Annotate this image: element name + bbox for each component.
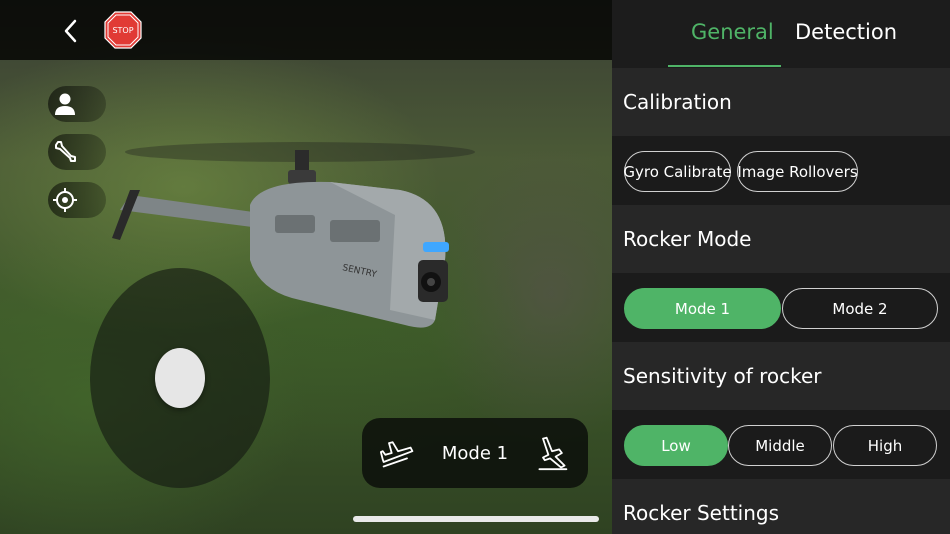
- takeoff-icon: [380, 441, 414, 468]
- sensitivity-options: Low Middle High: [612, 410, 950, 479]
- joystick-knob[interactable]: [155, 348, 205, 408]
- rocker-mode-2-option[interactable]: Mode 2: [782, 288, 938, 329]
- rocker-settings-title: Rocker Settings: [612, 479, 950, 534]
- settings-panel: General Detection Calibration Gyro Calib…: [612, 0, 950, 534]
- stop-sign-icon: STOP: [104, 11, 142, 49]
- mode-bar: Mode 1: [362, 418, 588, 488]
- target-button[interactable]: [48, 182, 106, 218]
- top-bar: STOP: [0, 0, 612, 60]
- landing-icon: [538, 436, 568, 471]
- back-button[interactable]: [58, 16, 84, 46]
- sensitivity-title: Sensitivity of rocker: [612, 342, 950, 410]
- active-tab-indicator: [668, 65, 781, 67]
- sensitivity-low-option[interactable]: Low: [624, 425, 728, 466]
- profile-button[interactable]: [48, 86, 106, 122]
- stop-label: STOP: [112, 26, 133, 35]
- gyro-calibrate-button[interactable]: Gyro Calibrate: [623, 151, 732, 192]
- camera-view: SENTRY STOP Mode 1: [0, 0, 612, 534]
- rocker-mode-title: Rocker Mode: [612, 205, 950, 273]
- joystick-pad[interactable]: [90, 268, 270, 488]
- tab-general[interactable]: General: [691, 20, 774, 44]
- calibration-title: Calibration: [612, 68, 950, 136]
- crosshair-icon: [53, 188, 77, 212]
- chevron-left-icon: [64, 19, 77, 43]
- side-toolbar: [48, 86, 106, 230]
- stop-button[interactable]: STOP: [104, 11, 142, 49]
- home-indicator: [353, 516, 599, 522]
- sensitivity-middle-option[interactable]: Middle: [728, 425, 832, 466]
- takeoff-button[interactable]: [378, 433, 418, 473]
- sensitivity-high-option[interactable]: High: [833, 425, 937, 466]
- tab-bar: General Detection: [612, 0, 950, 68]
- wrench-icon: [55, 141, 76, 162]
- settings-tool-button[interactable]: [48, 134, 106, 170]
- image-rollovers-button[interactable]: Image Rollovers: [737, 151, 858, 192]
- person-icon: [55, 93, 75, 115]
- mode-label: Mode 1: [441, 442, 509, 464]
- calibration-options: Gyro Calibrate Image Rollovers: [612, 136, 950, 205]
- landing-button[interactable]: [532, 433, 572, 473]
- tab-detection[interactable]: Detection: [795, 20, 897, 44]
- rocker-mode-1-option[interactable]: Mode 1: [624, 288, 781, 329]
- rocker-mode-options: Mode 1 Mode 2: [612, 273, 950, 342]
